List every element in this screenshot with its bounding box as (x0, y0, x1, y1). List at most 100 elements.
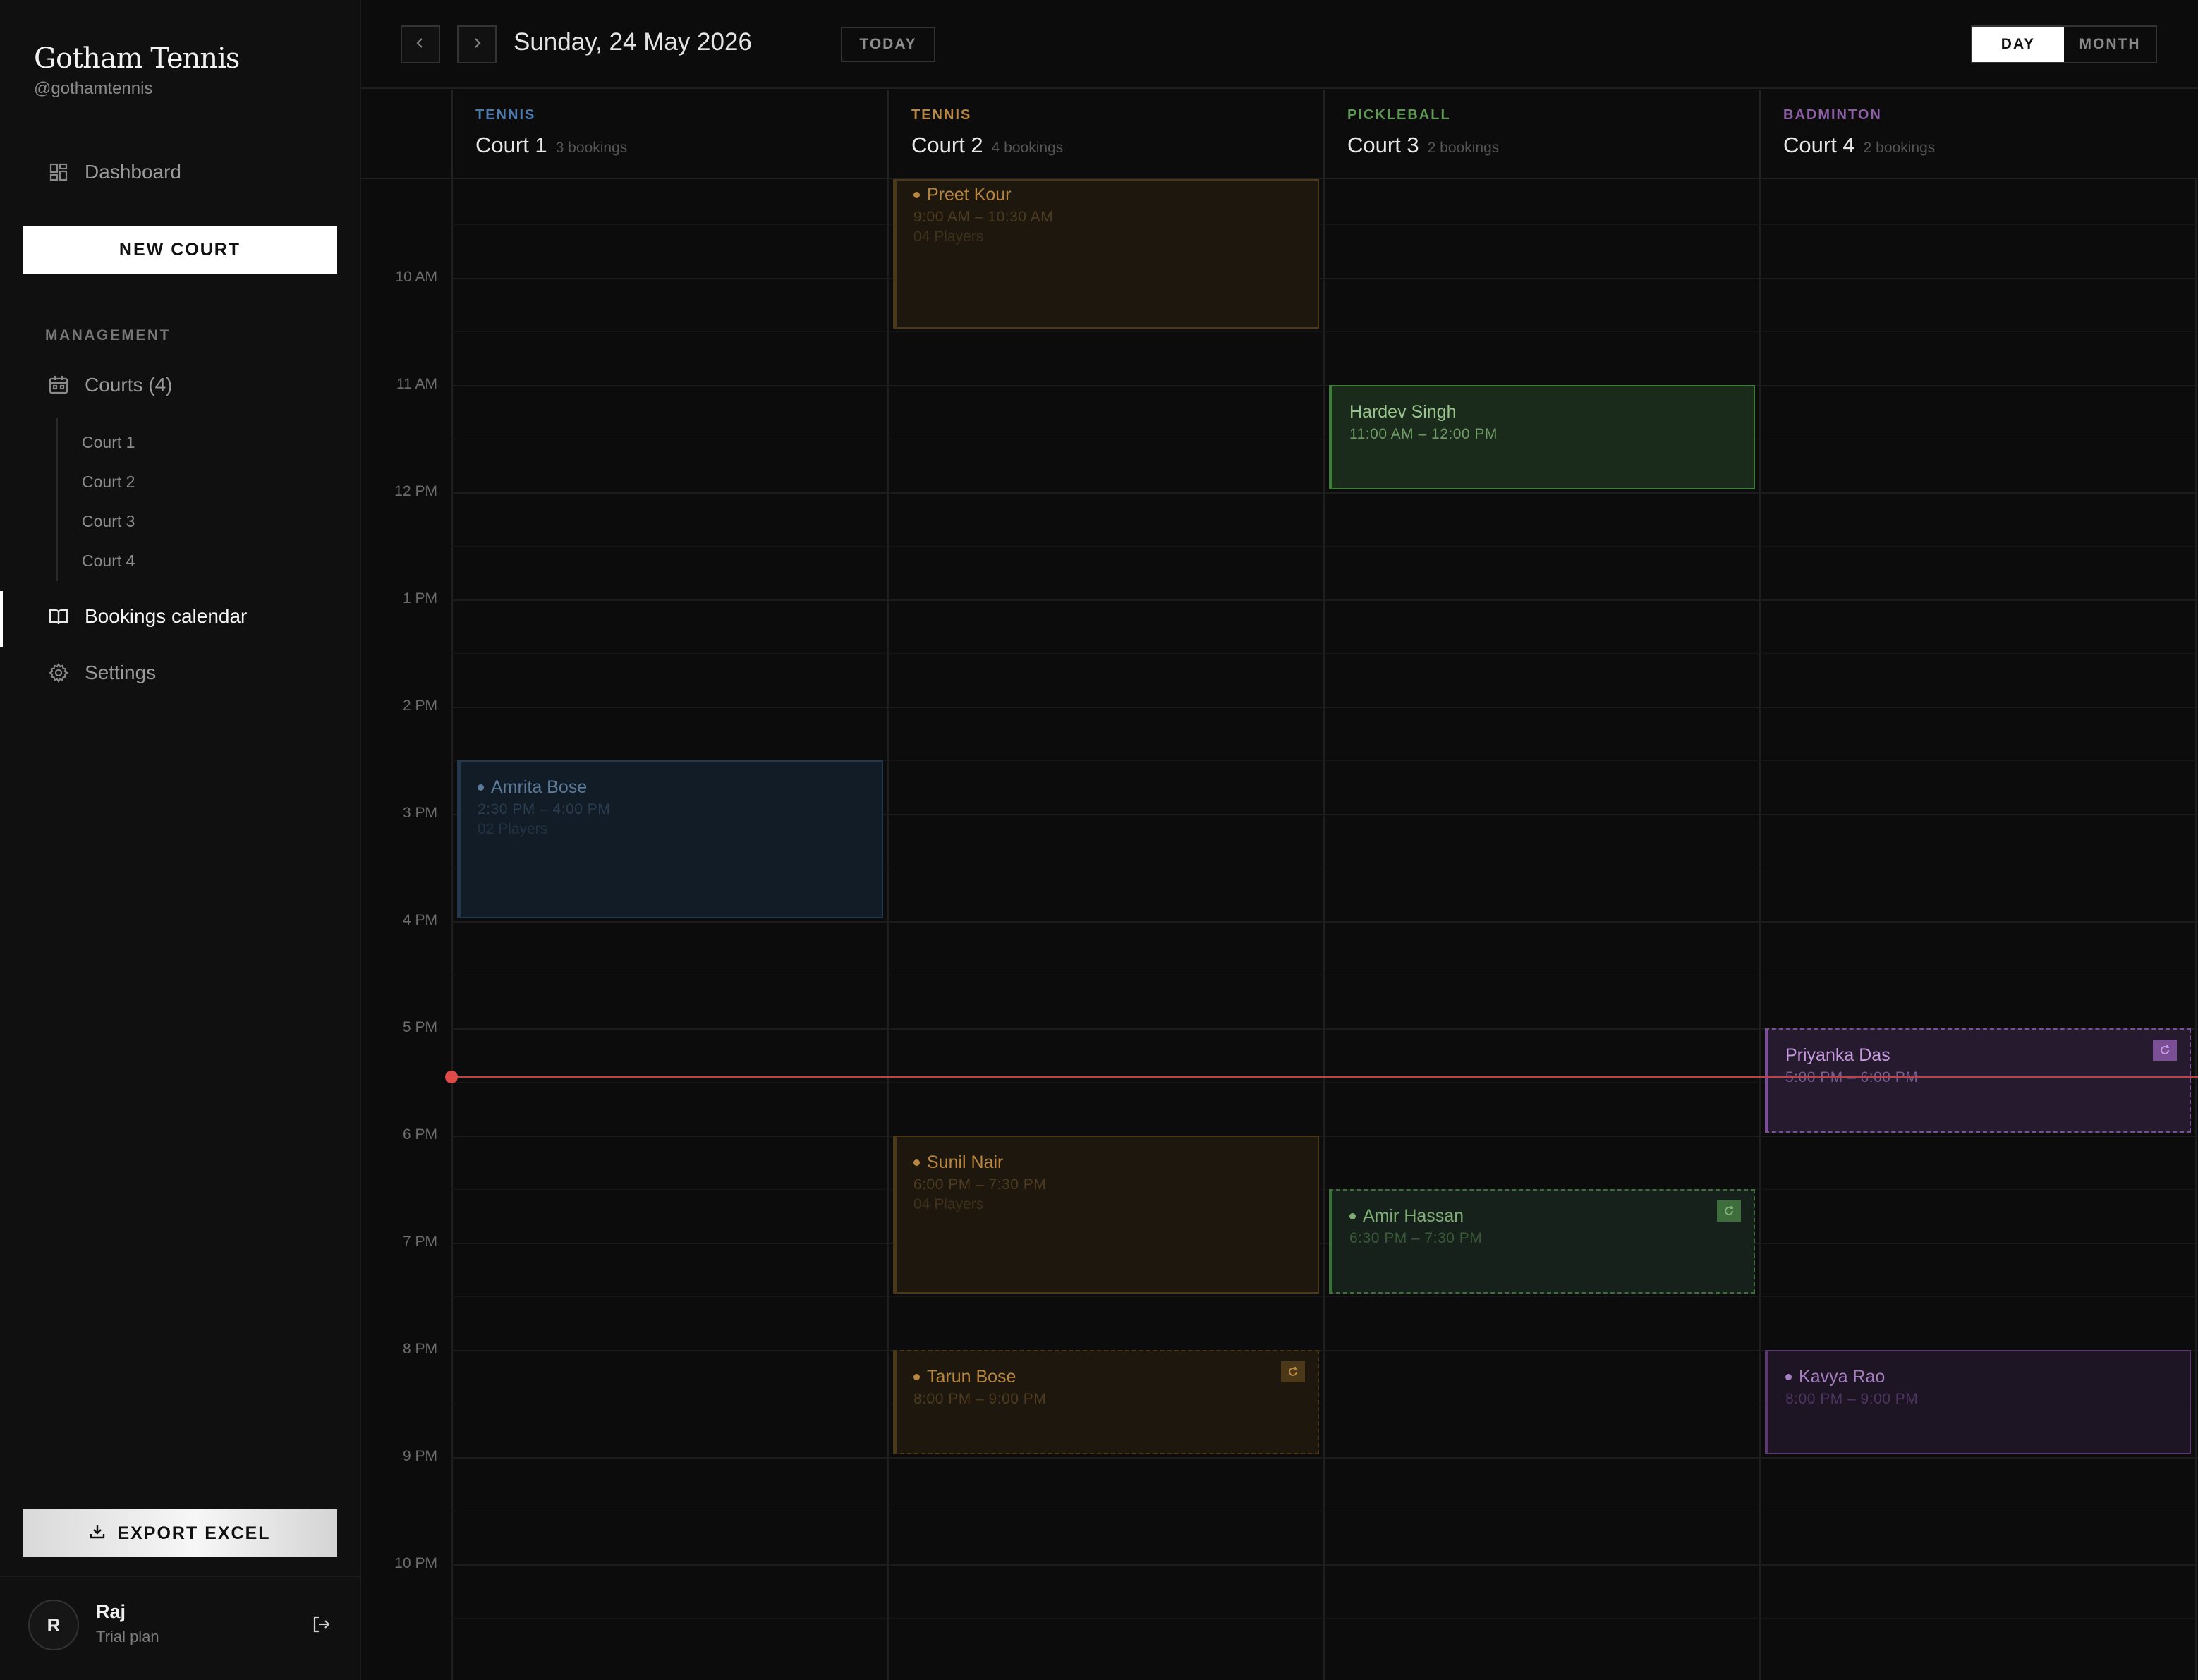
status-dot-icon (1349, 1213, 1356, 1219)
hour-gridline (451, 278, 2198, 279)
booking-name-text: Preet Kour (927, 185, 1012, 205)
hour-gridline (451, 492, 2198, 494)
booking-name: Amrita Bose (478, 777, 587, 798)
user-divider (0, 1576, 360, 1577)
booking-name: Priyanka Das (1785, 1045, 1890, 1066)
nav-bookings-calendar[interactable]: Bookings calendar (48, 605, 247, 628)
book-open-icon (48, 606, 69, 627)
booking-name: Amir Hassan (1349, 1206, 1464, 1226)
column-divider (1323, 179, 1325, 1680)
court-title: Court 3 2 bookings (1347, 133, 1499, 158)
hour-label: 5 PM (402, 1019, 437, 1035)
hour-gridline (451, 385, 2198, 386)
logout-icon[interactable] (310, 1614, 333, 1636)
view-day-button[interactable]: DAY (1972, 27, 2064, 62)
avatar[interactable]: R (28, 1600, 79, 1650)
nav-courts[interactable]: Courts (4) (48, 374, 172, 396)
status-dot-icon (913, 1159, 920, 1166)
calendar-icon (48, 375, 69, 396)
booking-time: 8:00 PM – 9:00 PM (913, 1391, 1047, 1407)
sidebar-court-2[interactable]: Court 2 (82, 473, 135, 492)
chevron-right-icon (470, 36, 484, 54)
booking-card[interactable]: Tarun Bose 8:00 PM – 9:00 PM (893, 1350, 1319, 1454)
booking-time: 6:00 PM – 7:30 PM (913, 1176, 1047, 1193)
booking-card[interactable]: Hardev Singh 11:00 AM – 12:00 PM (1329, 385, 1755, 489)
booking-card[interactable]: Priyanka Das 5:00 PM – 6:00 PM (1765, 1028, 2191, 1133)
view-month-button[interactable]: MONTH (2064, 27, 2156, 62)
column-divider (2195, 179, 2197, 1680)
half-hour-gridline (451, 1618, 2198, 1619)
booking-name-text: Hardev Singh (1349, 402, 1457, 422)
booking-name: Tarun Bose (913, 1367, 1016, 1387)
hour-label: 8 PM (402, 1341, 437, 1357)
chevron-left-icon (413, 36, 427, 54)
nav-courts-label: Courts (4) (85, 374, 173, 396)
user-plan: Trial plan (96, 1628, 159, 1645)
hour-label: 10 PM (394, 1555, 437, 1571)
booking-time: 2:30 PM – 4:00 PM (478, 801, 611, 817)
hour-gridline (451, 599, 2198, 601)
column-divider (451, 179, 453, 1680)
hour-label: 12 PM (394, 483, 437, 499)
court-sport: BADMINTON (1783, 107, 1882, 123)
half-hour-gridline (451, 331, 2198, 332)
sidebar-court-1[interactable]: Court 1 (82, 433, 135, 452)
grid-icon (48, 162, 69, 183)
prev-day-button[interactable] (401, 25, 440, 63)
download-icon (89, 1523, 106, 1545)
court-column-header-1: TENNIS Court 1 3 bookings (451, 90, 887, 178)
repeat-icon (1281, 1361, 1305, 1382)
court-booking-count: 2 bookings (1863, 140, 1936, 156)
brand-handle: @gothamtennis (34, 79, 153, 98)
court-title: Court 2 4 bookings (911, 133, 1063, 158)
booking-name-text: Kavya Rao (1799, 1367, 1886, 1387)
booking-time: 6:30 PM – 7:30 PM (1349, 1230, 1483, 1246)
repeat-icon (1717, 1200, 1741, 1222)
new-court-button[interactable]: NEW COURT (23, 226, 337, 274)
half-hour-gridline (451, 653, 2198, 654)
nav-dashboard[interactable]: Dashboard (48, 161, 181, 183)
nav-settings-label: Settings (85, 662, 157, 683)
hour-label: 3 PM (402, 805, 437, 821)
hour-gridline (451, 707, 2198, 708)
booking-card[interactable]: Amrita Bose 2:30 PM – 4:00 PM 02 Players (457, 760, 883, 918)
booking-card[interactable]: Sunil Nair 6:00 PM – 7:30 PM 04 Players (893, 1136, 1319, 1294)
nav-bookings-label: Bookings calendar (85, 605, 248, 627)
booking-name-text: Amrita Bose (491, 777, 588, 797)
court-title: Court 4 2 bookings (1783, 133, 1935, 158)
today-button[interactable]: TODAY (841, 27, 935, 62)
booking-players: 04 Players (913, 229, 984, 245)
court-booking-count: 3 bookings (555, 140, 628, 156)
hour-label: 9 PM (402, 1448, 437, 1464)
hour-gridline (451, 1136, 2198, 1137)
current-date: Sunday, 24 May 2026 (514, 28, 752, 56)
court-column-header-2: TENNIS Court 2 4 bookings (887, 90, 1323, 178)
column-divider (887, 179, 889, 1680)
current-time-line (451, 1076, 2198, 1078)
next-day-button[interactable] (457, 25, 497, 63)
hour-label: 1 PM (402, 590, 437, 607)
sidebar-court-4[interactable]: Court 4 (82, 552, 135, 571)
booking-players: 04 Players (913, 1196, 984, 1212)
booking-name: Kavya Rao (1785, 1367, 1885, 1387)
court-name: Court 3 (1347, 133, 1419, 157)
export-excel-button[interactable]: EXPORT EXCEL (23, 1509, 337, 1557)
status-dot-icon (1785, 1374, 1792, 1380)
sidebar-court-3[interactable]: Court 3 (82, 512, 135, 531)
hour-gridline (451, 1243, 2198, 1244)
booking-time: 8:00 PM – 9:00 PM (1785, 1391, 1919, 1407)
active-indicator (0, 591, 3, 647)
export-excel-label: EXPORT EXCEL (117, 1523, 271, 1543)
hour-gridline (451, 1457, 2198, 1459)
booking-name: Sunil Nair (913, 1152, 1003, 1173)
half-hour-gridline (451, 1296, 2198, 1297)
time-grid[interactable]: 10 AM 11 AM 12 PM 1 PM 2 PM 3 PM 4 PM 5 PM 6 PM 7… (361, 179, 2198, 1680)
court-booking-count: 2 bookings (1427, 140, 1500, 156)
nav-settings[interactable]: Settings (48, 662, 156, 684)
court-booking-count: 4 bookings (991, 140, 1064, 156)
booking-card[interactable]: Amir Hassan 6:30 PM – 7:30 PM (1329, 1189, 1755, 1294)
half-hour-gridline (451, 1189, 2198, 1190)
booking-card[interactable]: Kavya Rao 8:00 PM – 9:00 PM (1765, 1350, 2191, 1454)
booking-card[interactable]: Preet Kour 9:00 AM – 10:30 AM 04 Players (893, 179, 1319, 329)
hour-label: 4 PM (402, 912, 437, 928)
